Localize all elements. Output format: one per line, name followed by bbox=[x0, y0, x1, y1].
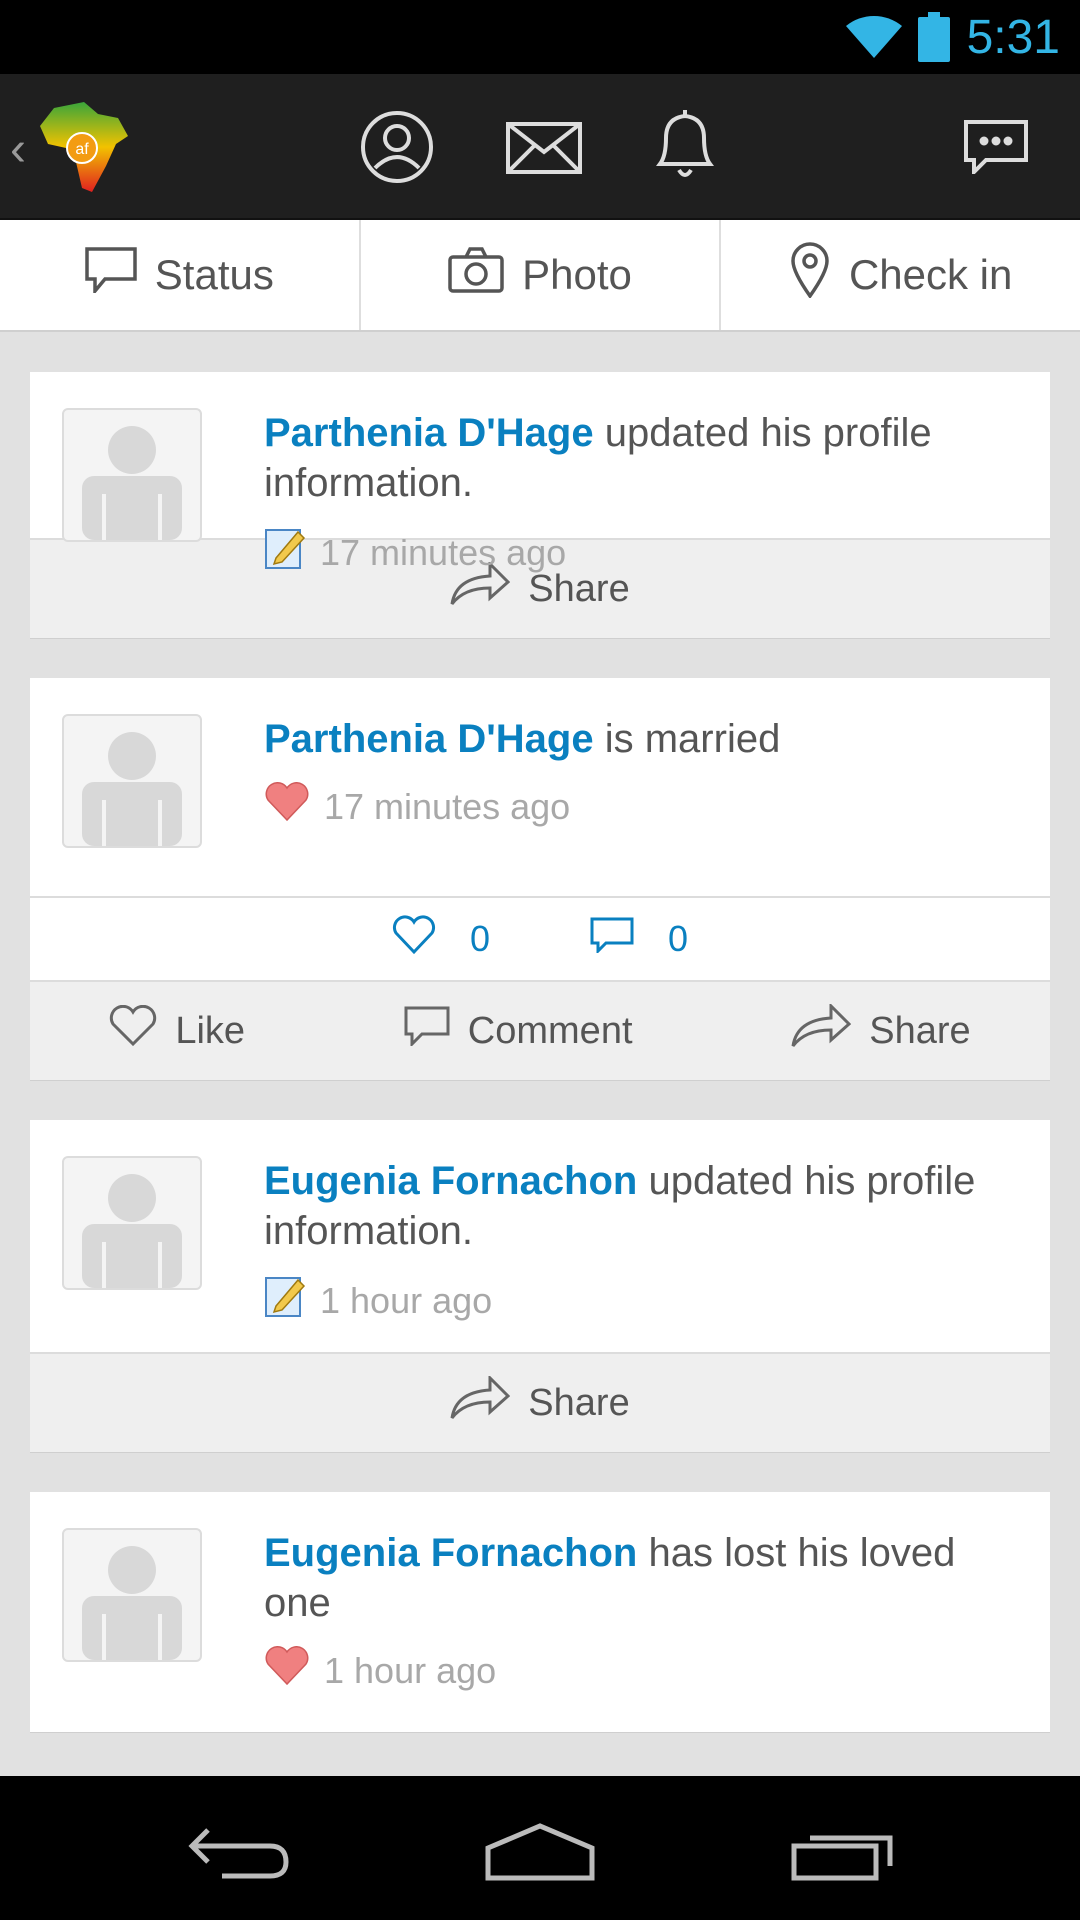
avatar[interactable] bbox=[62, 1156, 202, 1290]
timestamp: 1 hour ago bbox=[324, 1649, 497, 1691]
timestamp: 17 minutes ago bbox=[324, 785, 571, 827]
feed-card: Eugenia Fornachon updated his profile in… bbox=[30, 1120, 1050, 1452]
tab-label: Photo bbox=[522, 251, 632, 298]
heart-icon bbox=[264, 782, 310, 831]
comment-label: Comment bbox=[467, 1009, 633, 1052]
edit-note-icon bbox=[264, 526, 306, 579]
comment-count-value: 0 bbox=[668, 918, 689, 959]
story-meta: 17 minutes ago bbox=[264, 782, 1020, 831]
like-button[interactable]: Like bbox=[109, 1004, 246, 1057]
mail-icon[interactable] bbox=[506, 122, 582, 179]
story-meta: 1 hour ago bbox=[264, 1646, 1020, 1695]
comment-button[interactable]: Comment bbox=[404, 1006, 633, 1056]
like-count[interactable]: 0 bbox=[392, 914, 490, 964]
battery-icon bbox=[918, 12, 950, 67]
action-bar: ‹ af bbox=[0, 74, 1080, 220]
feed-card: Parthenia D'Hage is married 17 minutes a… bbox=[30, 678, 1050, 1080]
story-action: is married bbox=[604, 717, 781, 761]
back-chevron-icon[interactable]: ‹ bbox=[10, 122, 26, 177]
share-arrow-icon bbox=[450, 1374, 511, 1430]
heart-outline-icon bbox=[109, 1004, 157, 1057]
heart-icon bbox=[264, 1646, 310, 1695]
back-icon[interactable] bbox=[188, 1826, 292, 1885]
edit-note-icon bbox=[264, 1274, 306, 1327]
status-bar: 5:31 bbox=[0, 0, 1080, 74]
tab-label: Status bbox=[154, 251, 274, 298]
user-name-link[interactable]: Eugenia Fornachon bbox=[264, 1159, 637, 1203]
tab-photo[interactable]: Photo bbox=[361, 220, 722, 330]
share-button[interactable]: Share bbox=[791, 1002, 971, 1058]
timestamp: 1 hour ago bbox=[320, 1279, 493, 1321]
share-label: Share bbox=[528, 1381, 630, 1424]
story-text: Eugenia Fornachon has lost his loved one bbox=[264, 1528, 1020, 1628]
engagement-counts: 0 0 bbox=[30, 896, 1050, 980]
avatar[interactable] bbox=[62, 1528, 202, 1662]
like-label: Like bbox=[175, 1009, 246, 1052]
feed-card: Parthenia D'Hage updated his profile inf… bbox=[30, 372, 1050, 638]
wifi-icon bbox=[844, 12, 904, 65]
speech-bubble-icon bbox=[85, 247, 137, 303]
like-count-value: 0 bbox=[469, 918, 490, 959]
map-pin-icon bbox=[789, 242, 831, 308]
activity-feed: Parthenia D'Hage updated his profile inf… bbox=[30, 372, 1050, 1772]
home-icon[interactable] bbox=[484, 1822, 596, 1887]
timestamp: 17 minutes ago bbox=[320, 531, 567, 573]
tab-check-in[interactable]: Check in bbox=[721, 220, 1080, 330]
clock: 5:31 bbox=[966, 11, 1060, 64]
heart-outline-icon bbox=[392, 914, 436, 964]
app-logo[interactable]: af bbox=[36, 96, 136, 201]
bell-icon[interactable] bbox=[652, 108, 718, 185]
user-name-link[interactable]: Eugenia Fornachon bbox=[264, 1531, 637, 1575]
story-meta: 17 minutes ago bbox=[264, 526, 1020, 579]
tab-status[interactable]: Status bbox=[0, 220, 361, 330]
tab-label: Check in bbox=[848, 251, 1013, 298]
system-nav-bar bbox=[0, 1776, 1080, 1920]
story-text: Parthenia D'Hage is married bbox=[264, 714, 1020, 764]
story-text: Eugenia Fornachon updated his profile in… bbox=[264, 1156, 1020, 1256]
profile-icon[interactable] bbox=[360, 110, 434, 189]
chat-icon[interactable] bbox=[964, 120, 1028, 179]
story-meta: 1 hour ago bbox=[264, 1274, 1020, 1327]
share-label: Share bbox=[869, 1009, 971, 1052]
avatar[interactable] bbox=[62, 714, 202, 848]
share-button[interactable]: Share bbox=[30, 1352, 1050, 1452]
story-text: Parthenia D'Hage updated his profile inf… bbox=[264, 408, 1020, 508]
avatar[interactable] bbox=[62, 408, 202, 542]
action-row: Like Comment Share bbox=[30, 980, 1050, 1080]
user-name-link[interactable]: Parthenia D'Hage bbox=[264, 411, 594, 455]
composer-tabs: Status Photo Check in bbox=[0, 220, 1080, 332]
recents-icon[interactable] bbox=[790, 1826, 896, 1887]
share-arrow-icon bbox=[791, 1002, 852, 1058]
logo-text: af bbox=[75, 141, 89, 158]
user-name-link[interactable]: Parthenia D'Hage bbox=[264, 717, 594, 761]
comment-outline-icon bbox=[404, 1006, 450, 1056]
camera-icon bbox=[448, 247, 504, 303]
comment-count[interactable]: 0 bbox=[590, 917, 688, 962]
comment-outline-icon bbox=[590, 917, 634, 962]
feed-card: Eugenia Fornachon has lost his loved one… bbox=[30, 1492, 1050, 1732]
